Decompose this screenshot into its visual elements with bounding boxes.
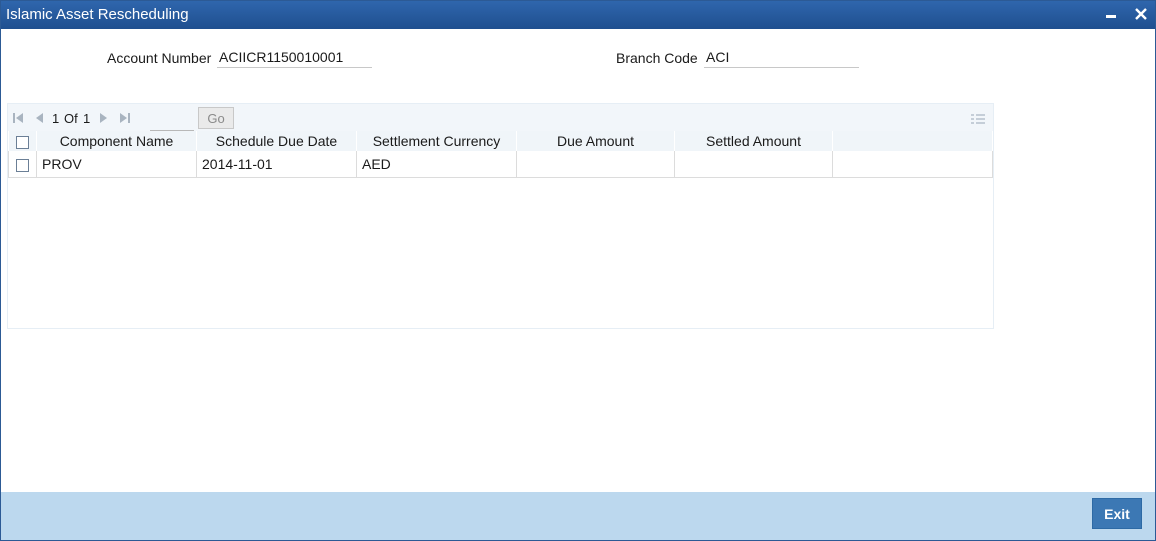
first-page-icon[interactable] [12,112,24,124]
go-button[interactable]: Go [198,107,234,129]
exit-button[interactable]: Exit [1092,498,1142,529]
column-header-due-amount[interactable]: Due Amount [516,131,675,151]
column-header-settlement-currency[interactable]: Settlement Currency [356,131,517,151]
cell-due-amount[interactable] [516,151,675,178]
column-header-component-name[interactable]: Component Name [36,131,197,151]
schedule-table: Component Name Schedule Due Date Settlem… [8,131,993,178]
title-bar: Islamic Asset Rescheduling [1,1,1155,29]
close-icon[interactable] [1132,5,1150,23]
cell-component-name[interactable]: PROV [36,151,197,178]
table-header-row: Component Name Schedule Due Date Settlem… [8,131,993,151]
window: Islamic Asset Rescheduling Account Numbe… [0,0,1156,541]
previous-page-icon[interactable] [33,112,45,124]
last-page-icon[interactable] [119,112,131,124]
branch-code-field[interactable] [704,46,859,68]
table-row[interactable]: PROV 2014-11-01 AED [8,151,993,178]
cell-filler [832,151,993,178]
window-title: Islamic Asset Rescheduling [6,6,189,23]
minimize-icon[interactable] [1102,5,1120,23]
select-all-checkbox[interactable] [8,131,37,151]
footer-bar: Exit [1,492,1155,540]
column-header-filler [832,131,993,151]
column-header-settled-amount[interactable]: Settled Amount [674,131,833,151]
account-number-field[interactable] [217,46,372,68]
schedule-grid: 1 Of 1 Go Component Name Schedule Due Da… [7,103,994,329]
cell-settled-amount[interactable] [674,151,833,178]
current-page: 1 [52,111,60,126]
next-page-icon[interactable] [98,112,110,124]
branch-code-label: Branch Code [616,50,698,66]
cell-settlement-currency[interactable]: AED [356,151,517,178]
page-number-input[interactable] [150,108,194,131]
column-header-schedule-due-date[interactable]: Schedule Due Date [196,131,357,151]
column-menu-icon[interactable] [971,113,985,125]
cell-schedule-due-date[interactable]: 2014-11-01 [196,151,357,178]
account-number-label: Account Number [107,50,212,66]
total-pages: 1 [83,111,91,126]
pager-toolbar: 1 Of 1 Go [8,104,993,131]
row-select-checkbox[interactable] [8,151,37,178]
of-label: Of [64,111,78,126]
